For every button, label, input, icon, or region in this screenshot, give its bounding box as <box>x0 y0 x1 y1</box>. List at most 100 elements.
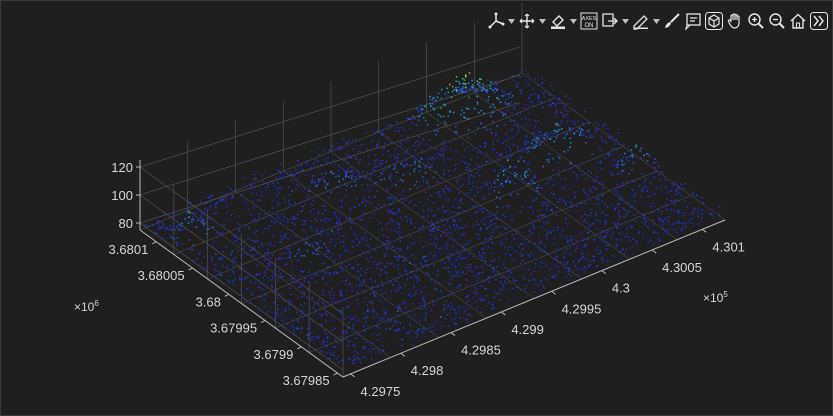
point <box>649 236 652 239</box>
point <box>664 217 667 219</box>
point <box>484 146 486 148</box>
point <box>351 173 354 175</box>
point <box>691 213 693 215</box>
point <box>525 134 527 137</box>
point <box>354 138 356 140</box>
point <box>629 192 632 195</box>
point <box>409 262 411 264</box>
point <box>526 108 528 110</box>
point <box>608 230 610 232</box>
point <box>533 144 535 147</box>
point <box>488 237 491 239</box>
point <box>371 310 373 312</box>
point <box>502 206 504 209</box>
point <box>290 274 293 276</box>
point <box>262 288 265 291</box>
point <box>444 317 446 320</box>
point <box>607 260 609 263</box>
point <box>388 136 390 138</box>
point <box>297 327 299 329</box>
point <box>464 236 467 238</box>
point <box>630 206 632 208</box>
point <box>500 243 502 245</box>
point <box>588 122 590 125</box>
point <box>178 215 181 217</box>
point <box>531 147 533 149</box>
point <box>461 233 463 236</box>
point <box>541 82 544 84</box>
point <box>516 113 519 116</box>
point <box>283 176 285 178</box>
point <box>480 186 483 189</box>
point <box>594 176 597 178</box>
point <box>447 304 450 306</box>
point <box>695 194 698 196</box>
point <box>482 245 484 247</box>
point <box>322 270 324 273</box>
point <box>306 199 308 201</box>
point <box>447 209 449 211</box>
point <box>434 282 436 284</box>
point <box>214 275 216 277</box>
point <box>280 232 282 234</box>
point <box>394 148 396 151</box>
point <box>550 177 552 180</box>
point <box>509 255 511 257</box>
point <box>596 246 599 249</box>
point <box>559 123 561 126</box>
point <box>209 205 212 208</box>
point <box>342 137 344 140</box>
point <box>413 315 415 317</box>
point <box>287 199 290 202</box>
point <box>470 85 472 88</box>
point <box>231 197 234 199</box>
point <box>302 271 305 273</box>
point <box>461 202 463 204</box>
point <box>538 237 540 239</box>
point <box>373 317 375 319</box>
point <box>369 177 371 179</box>
point <box>390 319 392 321</box>
point <box>593 180 595 182</box>
point <box>505 152 508 154</box>
point <box>541 250 543 252</box>
point <box>593 237 596 240</box>
point <box>376 190 378 193</box>
point <box>595 129 597 131</box>
point <box>255 273 258 275</box>
point <box>493 190 495 192</box>
point <box>287 323 289 325</box>
point <box>290 301 292 303</box>
point <box>324 186 327 188</box>
point <box>322 176 325 178</box>
point <box>697 209 699 211</box>
point <box>564 95 567 97</box>
point <box>294 205 296 207</box>
point <box>465 74 467 76</box>
point <box>400 216 402 219</box>
point <box>347 341 349 343</box>
point <box>291 190 293 192</box>
point <box>310 167 312 169</box>
point <box>384 253 386 255</box>
point <box>324 272 327 275</box>
point <box>262 231 265 234</box>
point <box>525 253 528 255</box>
point <box>466 146 468 148</box>
point <box>330 162 332 165</box>
point <box>523 239 525 241</box>
point <box>540 279 542 282</box>
point <box>370 342 372 344</box>
point <box>195 226 198 228</box>
point <box>260 296 262 298</box>
point <box>516 230 519 232</box>
point <box>415 277 417 279</box>
point <box>364 279 366 281</box>
point <box>434 148 437 151</box>
point <box>671 199 673 202</box>
point <box>230 188 232 191</box>
point <box>407 217 409 220</box>
point-cloud-plot[interactable]: 4.29754.2984.29854.2994.29954.34.30054.3… <box>0 0 833 416</box>
point <box>333 354 335 356</box>
point <box>481 87 483 89</box>
